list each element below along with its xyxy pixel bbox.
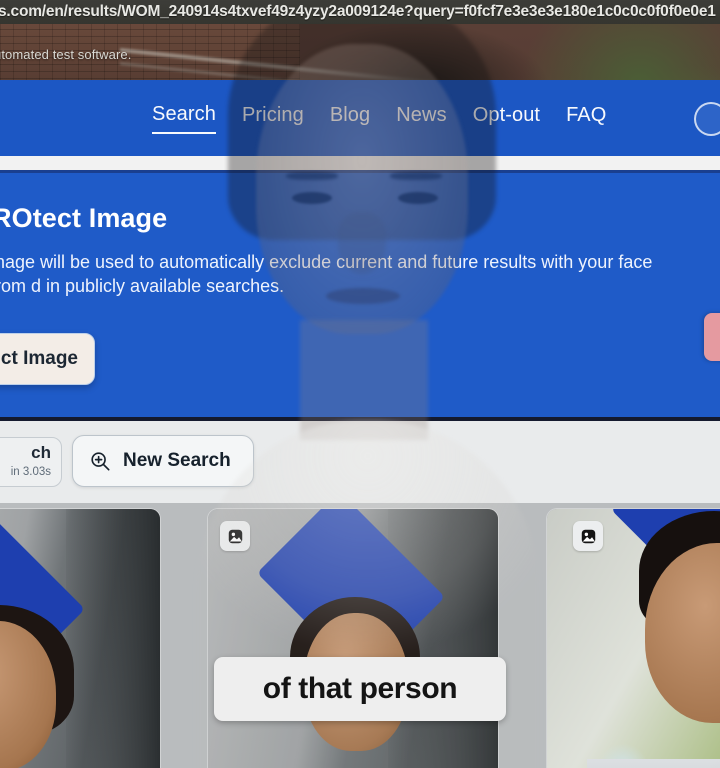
protect-image-button-label: ct Image	[0, 348, 78, 369]
result-thumbnail	[0, 509, 160, 768]
result-thumbnail	[208, 509, 498, 768]
subtitle-caption: of that person	[214, 657, 506, 721]
browser-url-bar[interactable]: s.com/en/results/WOM_240914s4txvef49z4yz…	[0, 0, 720, 24]
site-navbar: Search Pricing Blog News Opt-out FAQ	[0, 80, 720, 156]
result-card[interactable]	[208, 509, 498, 768]
subtitle-caption-text: of that person	[262, 672, 458, 705]
result-card[interactable]	[0, 509, 160, 768]
result-card[interactable]	[547, 509, 720, 768]
protect-image-banner: ROtect Image mage will be used to automa…	[0, 173, 720, 417]
nav-divider-strip	[0, 156, 720, 170]
url-text[interactable]: s.com/en/results/WOM_240914s4txvef49z4yz…	[0, 3, 716, 21]
banner-side-tab[interactable]	[704, 313, 720, 361]
nav-item-pricing[interactable]: Pricing	[242, 104, 304, 133]
results-toolbar: ch in 3.03s New Search	[0, 421, 720, 503]
protect-image-button[interactable]: ct Image	[0, 333, 95, 385]
photo-icon[interactable]	[573, 521, 603, 551]
photo-icon[interactable]	[220, 521, 250, 551]
nav-item-faq[interactable]: FAQ	[566, 104, 606, 133]
nav-links: Search Pricing Blog News Opt-out FAQ	[152, 103, 606, 134]
new-search-label: New Search	[123, 450, 231, 471]
nav-item-search[interactable]: Search	[152, 103, 216, 134]
nav-item-blog[interactable]: Blog	[330, 104, 370, 133]
banner-title: ROtect Image	[0, 203, 168, 233]
account-circle-icon[interactable]	[694, 102, 720, 136]
screen-recording-frame: utomated test software. s.com/en/results…	[0, 0, 720, 768]
new-search-button[interactable]: New Search	[72, 435, 254, 487]
magnifier-plus-icon	[89, 450, 111, 472]
result-thumbnail	[547, 509, 720, 768]
automation-notice-text: utomated test software.	[0, 47, 132, 62]
results-summary-chip: ch in 3.03s	[0, 437, 62, 487]
nav-item-opt-out[interactable]: Opt-out	[473, 104, 540, 133]
results-summary-time: in 3.03s	[10, 465, 51, 478]
banner-description: mage will be used to automatically exclu…	[0, 252, 653, 296]
results-summary-title: ch	[31, 443, 51, 462]
nav-item-news[interactable]: News	[396, 104, 446, 133]
results-grid	[0, 503, 720, 768]
